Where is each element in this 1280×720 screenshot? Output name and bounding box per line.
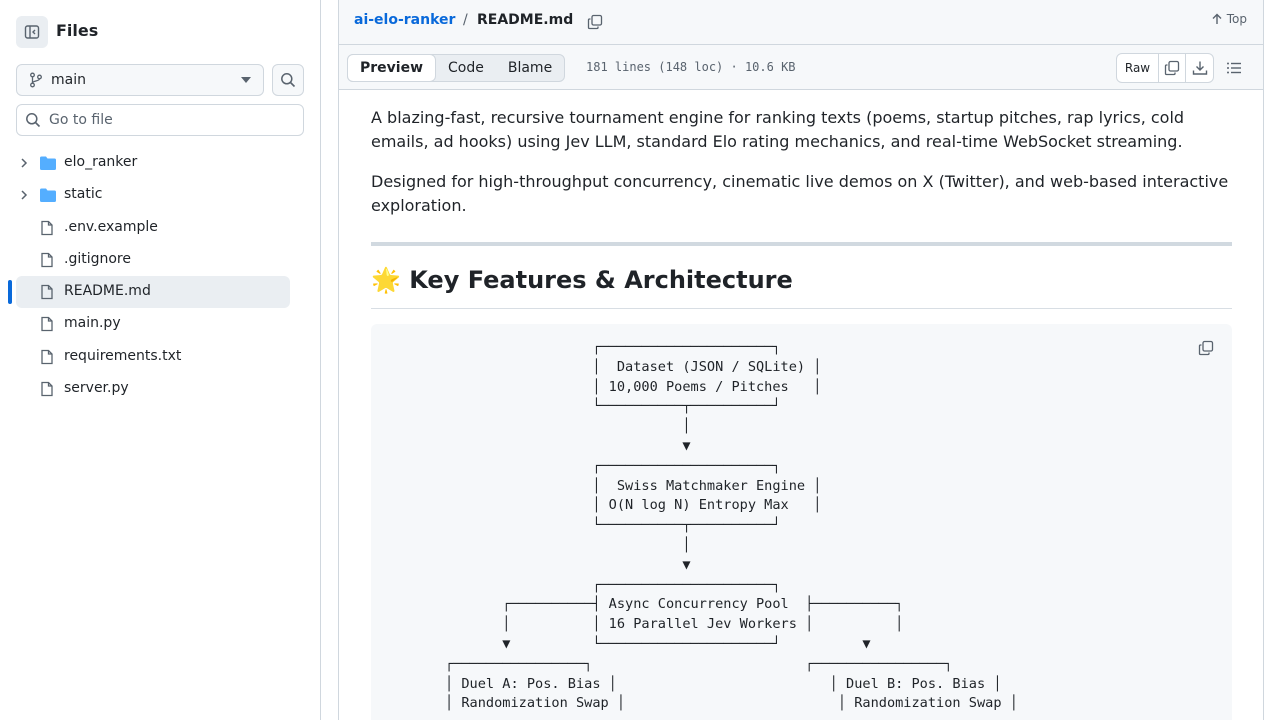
list-unordered-icon <box>1227 62 1241 74</box>
horizontal-rule <box>371 242 1232 246</box>
tab-blame[interactable]: Blame <box>496 55 564 81</box>
section-heading-text: Key Features & Architecture <box>409 266 793 294</box>
tree-item-gitignore[interactable]: .gitignore <box>16 244 290 276</box>
readme-paragraph: Designed for high-throughput concurrency… <box>371 172 1229 215</box>
copy-code-button[interactable] <box>1196 338 1216 358</box>
tree-item-label: .gitignore <box>64 250 131 267</box>
architecture-diagram: ┌─────────────────────┐ │ Dataset (JSON … <box>445 339 1018 712</box>
copy-raw-button[interactable] <box>1159 54 1186 82</box>
file-info: 181 lines (148 loc) · 10.6 KB <box>586 60 796 74</box>
search-files-button[interactable] <box>272 64 304 96</box>
copy-icon <box>1164 60 1180 76</box>
outline-button[interactable] <box>1223 57 1245 79</box>
top-link-label: Top <box>1226 12 1247 26</box>
view-mode-tabs: Preview Code Blame <box>347 54 566 82</box>
tree-item-elo-ranker[interactable]: elo_ranker <box>16 147 290 179</box>
file-icon <box>41 220 53 235</box>
folder-icon <box>40 156 56 170</box>
tab-code[interactable]: Code <box>436 55 496 81</box>
breadcrumb-file-name: README.md <box>477 12 574 28</box>
breadcrumb-separator: / <box>463 12 468 28</box>
file-tree-sidebar: Files main elo_ranker static .env.exampl… <box>0 0 321 720</box>
chevron-right-icon <box>21 158 28 168</box>
tree-item-requirements[interactable]: requirements.txt <box>16 341 290 373</box>
sidebar-collapse-icon <box>24 25 40 39</box>
tree-item-main-py[interactable]: main.py <box>16 308 290 340</box>
branch-name: main <box>51 72 86 88</box>
star-icon: 🌟 <box>371 266 401 294</box>
arrow-up-icon <box>1212 13 1222 24</box>
file-tree: elo_ranker static .env.example .gitignor… <box>16 147 290 405</box>
copy-icon <box>587 14 603 30</box>
tree-item-label: static <box>64 186 103 203</box>
branch-selector[interactable]: main <box>16 64 264 96</box>
tree-item-label: requirements.txt <box>64 347 182 364</box>
breadcrumb: ai-elo-ranker / README.md Top <box>339 0 1263 45</box>
sidebar-title: Files <box>56 21 99 40</box>
selected-indicator <box>8 280 12 304</box>
tree-item-label: .env.example <box>64 218 158 235</box>
tree-item-label: main.py <box>64 315 121 332</box>
tree-item-env-example[interactable]: .env.example <box>16 212 290 244</box>
file-icon <box>41 349 53 364</box>
tree-item-label: README.md <box>64 283 151 300</box>
breadcrumb-repo-link[interactable]: ai-elo-ranker <box>354 12 455 28</box>
folder-icon <box>40 188 56 203</box>
raw-button[interactable]: Raw <box>1117 54 1159 82</box>
go-to-file-input[interactable] <box>49 112 289 128</box>
go-to-file-field[interactable] <box>16 104 304 136</box>
back-to-top-link[interactable]: Top <box>1211 12 1247 26</box>
chevron-right-icon <box>21 190 28 200</box>
file-icon <box>41 381 53 397</box>
tree-item-readme[interactable]: README.md <box>16 276 290 309</box>
section-heading: 🌟 Key Features & Architecture <box>371 266 1232 309</box>
readme-paragraph: A blazing-fast, recursive tournament eng… <box>371 108 1185 151</box>
file-icon <box>41 252 53 268</box>
file-actions: Raw <box>1116 53 1214 83</box>
collapse-sidebar-button[interactable] <box>16 16 48 48</box>
search-icon <box>26 113 41 128</box>
file-viewer: ai-elo-ranker / README.md Top Preview Co… <box>338 0 1264 720</box>
tree-item-server-py[interactable]: server.py <box>16 373 290 405</box>
code-block: ┌─────────────────────┐ │ Dataset (JSON … <box>371 324 1232 720</box>
tree-item-label: server.py <box>64 380 129 397</box>
file-icon <box>41 285 53 300</box>
download-button[interactable] <box>1186 54 1213 82</box>
search-icon <box>281 73 296 88</box>
copy-path-button[interactable] <box>585 12 605 32</box>
caret-down-icon <box>241 77 251 83</box>
file-toolbar: Preview Code Blame 181 lines (148 loc) ·… <box>339 45 1263 90</box>
tree-item-label: elo_ranker <box>64 154 138 170</box>
download-icon <box>1192 61 1207 75</box>
git-branch-icon <box>30 72 42 88</box>
file-icon <box>41 317 53 332</box>
tab-preview[interactable]: Preview <box>347 54 437 82</box>
copy-icon <box>1198 340 1214 356</box>
tree-item-static[interactable]: static <box>16 179 290 211</box>
